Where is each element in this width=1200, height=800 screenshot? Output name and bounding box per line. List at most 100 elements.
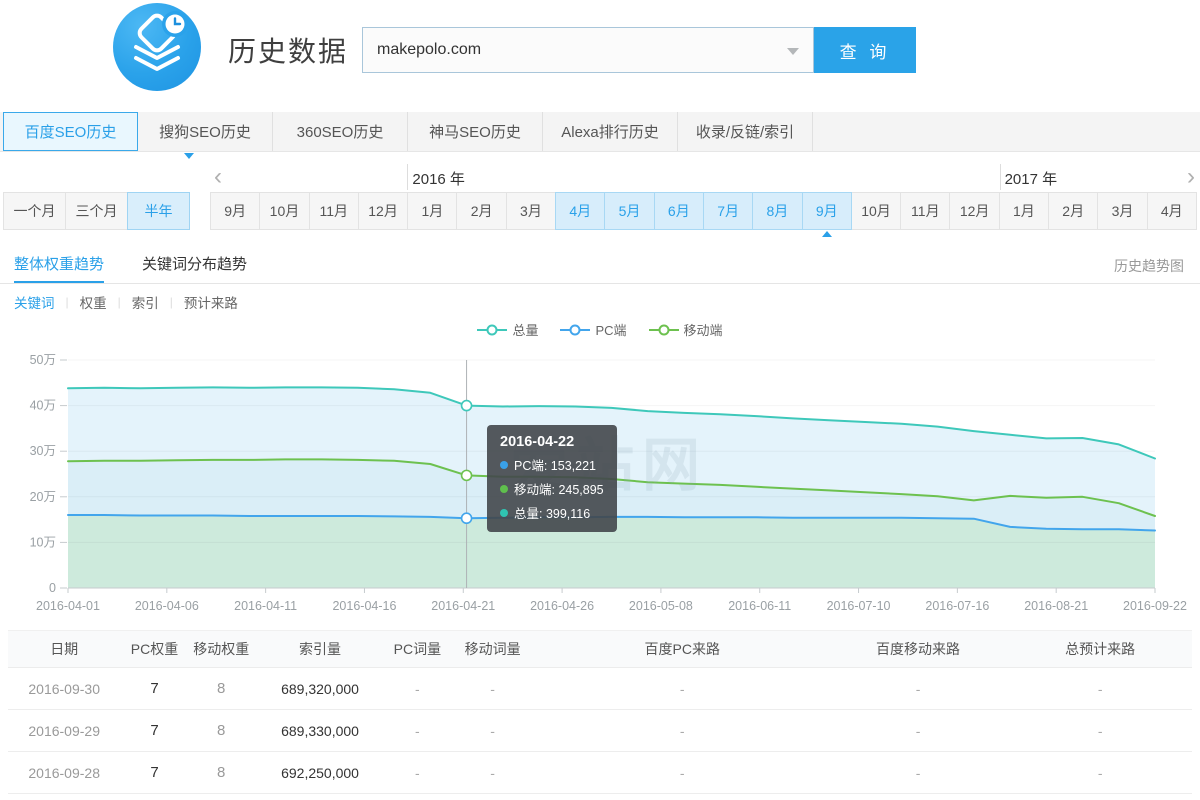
filter-index[interactable]: 索引	[132, 292, 159, 312]
month-cell-11[interactable]: 8月	[752, 192, 802, 230]
next-arrow-icon[interactable]: ›	[1187, 166, 1195, 188]
legend-marker-icon	[649, 324, 679, 336]
table-row: 2016-09-2878692,250,000-----	[8, 752, 1192, 794]
tab-baidu-seo-history[interactable]: 百度SEO历史	[3, 112, 138, 151]
layers-clock-icon	[113, 3, 201, 91]
month-cell-7[interactable]: 4月	[555, 192, 605, 230]
range-one-month[interactable]: 一个月	[3, 192, 66, 230]
tab-360-seo-history[interactable]: 360SEO历史	[273, 112, 408, 151]
month-cell-16[interactable]: 1月	[999, 192, 1049, 230]
x-tick-label: 2016-04-16	[332, 599, 396, 613]
cell-移动词量: -	[448, 710, 536, 752]
table-header-row: 日期PC权重移动权重索引量PC词量移动词量百度PC来路百度移动来路总预计来路	[8, 631, 1192, 668]
chart-legend: 总量 PC端 移动端	[0, 320, 1200, 339]
subtab-keyword-distribution-trend[interactable]: 关键词分布趋势	[142, 245, 247, 283]
tooltip-text: 总量: 399,116	[514, 503, 590, 522]
col-header-1: PC权重	[120, 631, 188, 668]
year-label: 2016 年	[412, 168, 465, 189]
tab-sogou-seo-history[interactable]: 搜狗SEO历史	[138, 112, 273, 151]
tab-alexa-rank-history[interactable]: Alexa排行历史	[543, 112, 678, 151]
filter-estimated-traffic[interactable]: 预计来路	[184, 292, 238, 312]
tooltip-row-pc: PC端: 153,221	[500, 455, 604, 474]
month-cell-14[interactable]: 11月	[900, 192, 950, 230]
prev-arrow-icon[interactable]: ‹	[214, 166, 222, 188]
chevron-down-icon[interactable]	[787, 48, 799, 55]
trend-tab-bar: 整体权重趋势关键词分布趋势 历史趋势图	[0, 245, 1200, 284]
month-cell-2[interactable]: 11月	[309, 192, 359, 230]
x-tick-label: 2016-07-10	[827, 599, 891, 613]
legend-item-1[interactable]: PC端	[560, 320, 626, 339]
tooltip-row-total: 总量: 399,116	[500, 503, 604, 522]
cell-移动权重: 8	[189, 752, 254, 794]
cell-百度移动来路: -	[828, 752, 1009, 794]
chart-tooltip: 2016-04-22 PC端: 153,221 移动端: 245,895 总量: 3…	[487, 425, 617, 532]
month-cell-6[interactable]: 3月	[506, 192, 556, 230]
tab-shenma-seo-history[interactable]: 神马SEO历史	[408, 112, 543, 151]
y-tick-label: 40万	[30, 399, 56, 413]
month-cell-17[interactable]: 2月	[1048, 192, 1098, 230]
query-button[interactable]: 查 询	[814, 27, 916, 73]
cell-总预计来路: -	[1008, 710, 1192, 752]
legend-item-2[interactable]: 移动端	[649, 320, 723, 339]
history-data-table: 日期PC权重移动权重索引量PC词量移动词量百度PC来路百度移动来路总预计来路 2…	[8, 630, 1192, 794]
subtab-overall-weight-trend[interactable]: 整体权重趋势	[14, 245, 104, 283]
x-tick-label: 2016-09-22	[1123, 599, 1187, 613]
filter-separator: |	[66, 295, 69, 309]
cell-移动权重: 8	[189, 668, 254, 710]
filter-weight[interactable]: 权重	[80, 292, 107, 312]
x-tick-label: 2016-08-21	[1024, 599, 1088, 613]
trend-chart: 总量PC端移动端 50万40万30万20万10万02016-04-012016-…	[0, 318, 1200, 630]
legend-label: PC端	[595, 320, 626, 339]
month-cell-15[interactable]: 12月	[949, 192, 999, 230]
filter-separator: |	[170, 295, 173, 309]
range-selector: 一个月三个月半年	[3, 192, 190, 230]
col-header-8: 总预计来路	[1008, 631, 1192, 668]
x-tick-label: 2016-04-26	[530, 599, 594, 613]
cell-百度PC来路: -	[537, 668, 828, 710]
month-cell-4[interactable]: 1月	[407, 192, 457, 230]
domain-search-box	[362, 27, 814, 73]
domain-search-input[interactable]	[363, 28, 813, 72]
month-cell-5[interactable]: 2月	[456, 192, 506, 230]
page-header: 历史数据 查 询	[0, 0, 1200, 110]
month-cell-12[interactable]: 9月	[802, 192, 852, 230]
x-tick-label: 2016-05-08	[629, 599, 693, 613]
legend-label: 总量	[512, 320, 538, 339]
legend-marker-icon	[477, 324, 507, 336]
filter-keyword[interactable]: 关键词	[14, 292, 55, 312]
month-cell-18[interactable]: 3月	[1097, 192, 1147, 230]
range-three-month[interactable]: 三个月	[65, 192, 128, 230]
tab-include-backlink-index[interactable]: 收录/反链/索引	[678, 112, 813, 151]
month-cell-10[interactable]: 7月	[703, 192, 753, 230]
history-trend-link[interactable]: 历史趋势图	[1114, 256, 1184, 276]
cell-PC词量: -	[386, 752, 448, 794]
col-header-4: PC词量	[386, 631, 448, 668]
tooltip-dot-icon	[500, 509, 508, 517]
month-cell-0[interactable]: 9月	[210, 192, 260, 230]
legend-item-0[interactable]: 总量	[477, 320, 538, 339]
main-tab-bar: 百度SEO历史搜狗SEO历史360SEO历史神马SEO历史Alexa排行历史收录…	[0, 112, 1200, 152]
tooltip-date: 2016-04-22	[500, 434, 604, 450]
selected-month-marker-icon	[822, 231, 832, 237]
month-cell-3[interactable]: 12月	[358, 192, 408, 230]
cell-PC权重: 7	[120, 752, 188, 794]
cell-索引量: 692,250,000	[254, 752, 386, 794]
legend-marker-icon	[560, 324, 590, 336]
cell-日期: 2016-09-29	[8, 710, 120, 752]
metric-filter-bar: 关键词|权重|索引|预计来路	[14, 291, 238, 313]
range-half-year[interactable]: 半年	[127, 192, 190, 230]
tooltip-text: 移动端: 245,895	[514, 479, 604, 498]
month-cell-13[interactable]: 10月	[851, 192, 901, 230]
year-divider	[407, 164, 408, 190]
month-cell-19[interactable]: 4月	[1147, 192, 1197, 230]
month-cell-1[interactable]: 10月	[259, 192, 309, 230]
x-tick-label: 2016-06-11	[728, 599, 791, 613]
cell-PC词量: -	[386, 710, 448, 752]
y-tick-label: 0	[49, 581, 56, 595]
month-cell-8[interactable]: 5月	[604, 192, 654, 230]
cell-PC权重: 7	[120, 668, 188, 710]
cell-索引量: 689,320,000	[254, 668, 386, 710]
month-selector: ‹ › 9月10月11月12月1月2月3月4月5月6月7月8月9月10月11月1…	[210, 160, 1197, 240]
y-tick-label: 30万	[30, 444, 56, 458]
month-cell-9[interactable]: 6月	[654, 192, 704, 230]
